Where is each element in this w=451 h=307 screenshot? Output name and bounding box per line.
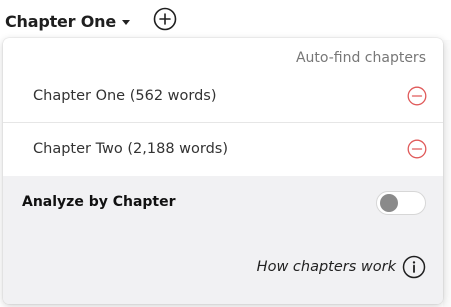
toggle-knob xyxy=(380,194,398,212)
auto-find-chapters-link[interactable]: Auto-find chapters xyxy=(296,50,426,66)
info-circle-icon xyxy=(402,255,426,279)
caret-down-icon xyxy=(122,19,130,25)
chapter-selector[interactable]: Chapter One xyxy=(5,8,130,34)
plus-circle-icon xyxy=(153,7,177,31)
how-chapters-work-label: How chapters work xyxy=(256,259,396,275)
how-chapters-work-link[interactable]: How chapters work xyxy=(257,255,426,279)
analyze-by-chapter-toggle[interactable] xyxy=(376,191,426,215)
chapter-list-item[interactable]: Chapter Two (2,188 words) xyxy=(3,123,443,175)
minus-circle-icon xyxy=(407,139,427,159)
minus-circle-icon xyxy=(407,86,427,106)
remove-chapter-button[interactable] xyxy=(407,139,427,159)
chapter-header: Chapter One xyxy=(0,0,451,40)
add-chapter-button[interactable] xyxy=(153,7,177,31)
background-content xyxy=(443,40,451,307)
chapter-list-item[interactable]: Chapter One (562 words) xyxy=(3,70,443,123)
remove-chapter-button[interactable] xyxy=(407,86,427,106)
analyze-by-chapter-label: Analyze by Chapter xyxy=(22,194,176,210)
chapters-dropdown-panel: Auto-find chapters Chapter One (562 word… xyxy=(3,38,443,304)
analyze-by-chapter-section: Analyze by Chapter How chapters work xyxy=(3,176,443,304)
chapter-label: Chapter One (562 words) xyxy=(33,88,217,104)
chapter-label: Chapter Two (2,188 words) xyxy=(33,141,229,157)
current-chapter-title: Chapter One xyxy=(5,11,116,31)
